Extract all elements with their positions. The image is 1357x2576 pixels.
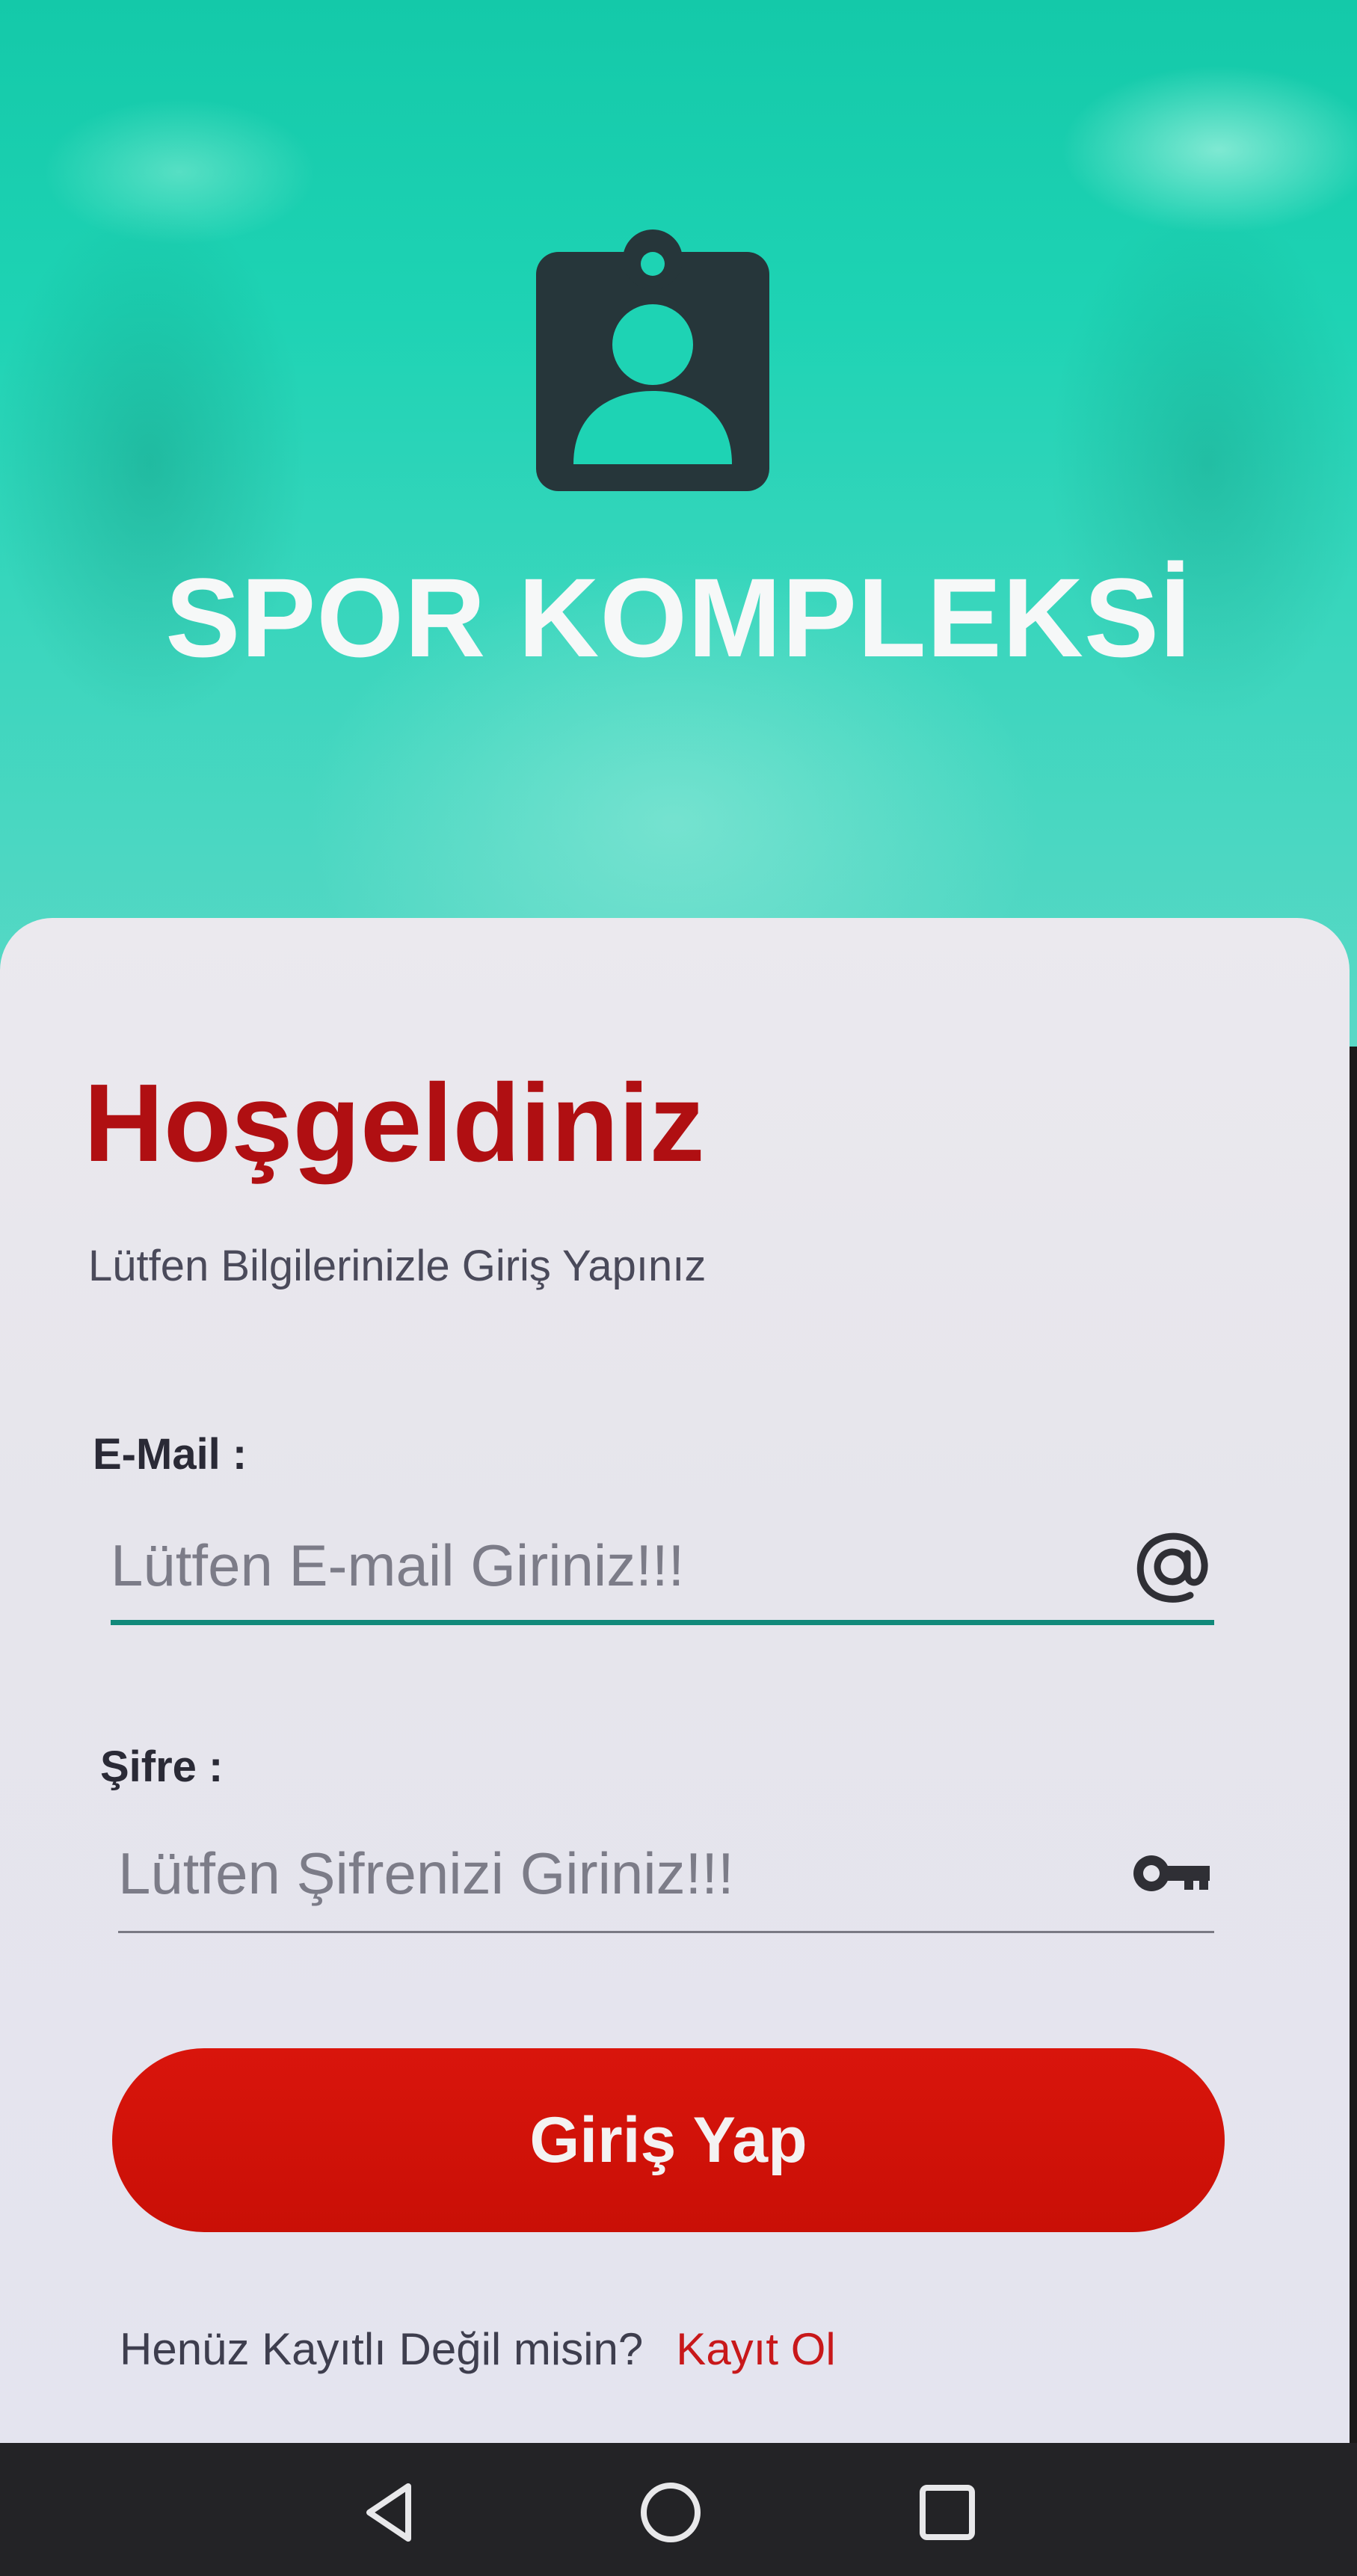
register-link[interactable]: Kayıt Ol bbox=[676, 2324, 835, 2374]
at-sign-icon bbox=[1136, 1532, 1208, 1603]
id-badge-icon bbox=[536, 229, 769, 491]
app-title: SPOR KOMPLEKSİ bbox=[165, 555, 1192, 680]
hero-trees-left bbox=[0, 90, 449, 837]
login-subtitle: Lütfen Bilgilerinizle Giriş Yapınız bbox=[88, 1242, 707, 1290]
password-input[interactable] bbox=[118, 1821, 1090, 1926]
email-underline bbox=[111, 1620, 1214, 1625]
hero-background bbox=[0, 0, 1357, 1047]
home-circle-icon[interactable] bbox=[637, 2479, 704, 2546]
email-label: E-Mail : bbox=[93, 1430, 247, 1479]
back-triangle-icon[interactable] bbox=[356, 2479, 423, 2546]
welcome-heading: Hoşgeldiniz bbox=[84, 1061, 705, 1185]
login-screen: SPOR KOMPLEKSİ Hoşgeldiniz Lütfen Bilgil… bbox=[0, 0, 1357, 2576]
hero-trees-right bbox=[908, 90, 1357, 837]
key-icon bbox=[1133, 1855, 1210, 1891]
password-underline bbox=[118, 1931, 1214, 1933]
register-row: Henüz Kayıtlı Değil misin? Kayıt Ol bbox=[120, 2323, 836, 2375]
password-label: Şifre : bbox=[100, 1743, 224, 1791]
password-field-container bbox=[118, 1821, 1214, 1933]
system-navigation-bar bbox=[0, 2443, 1357, 2576]
register-prompt: Henüz Kayıtlı Değil misin? bbox=[120, 2324, 644, 2374]
email-input[interactable] bbox=[111, 1513, 1083, 1618]
login-button[interactable]: Giriş Yap bbox=[112, 2048, 1225, 2232]
recents-square-icon[interactable] bbox=[914, 2479, 981, 2546]
email-field-container bbox=[111, 1513, 1214, 1625]
